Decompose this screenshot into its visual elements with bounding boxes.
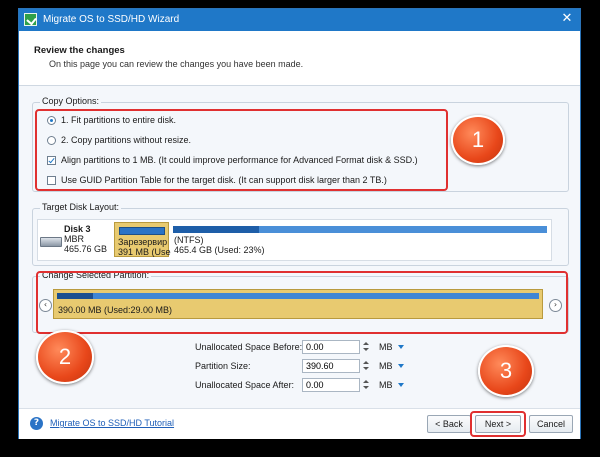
target-disk-label: Target Disk Layout: bbox=[40, 202, 122, 212]
disk-type: MBR bbox=[64, 234, 84, 244]
partition-ntfs-used-bar bbox=[173, 226, 259, 233]
help-icon[interactable]: ? bbox=[30, 417, 43, 430]
unallocated-before-spinner[interactable] bbox=[362, 340, 369, 354]
disk-size: 465.76 GB bbox=[64, 244, 108, 254]
window-title: Migrate OS to SSD/HD Wizard bbox=[43, 14, 180, 25]
partition-ntfs-info: 465.4 GB (Used: 23%) bbox=[174, 245, 265, 255]
tutorial-link[interactable]: Migrate OS to SSD/HD Tutorial bbox=[50, 418, 174, 428]
unallocated-after-label: Unallocated Space After: bbox=[195, 380, 295, 390]
partition-reserved-info: 391 MB (Used: bbox=[118, 247, 179, 257]
unallocated-before-label: Unallocated Space Before: bbox=[195, 342, 303, 352]
partition-size-spinner[interactable] bbox=[362, 359, 369, 373]
copy-options-label: Copy Options: bbox=[40, 96, 102, 106]
cancel-button[interactable]: Cancel bbox=[529, 415, 573, 433]
title-bar[interactable]: Migrate OS to SSD/HD Wizard ✕ bbox=[19, 9, 580, 31]
partition-reserved-name: Зарезервир bbox=[118, 237, 168, 247]
unit-dropdown-icon[interactable] bbox=[398, 345, 404, 349]
unallocated-before-unit[interactable]: MB bbox=[379, 342, 393, 352]
partition-ntfs-name: (NTFS) bbox=[174, 235, 204, 245]
highlight-box-3 bbox=[470, 411, 526, 437]
back-button[interactable]: < Back bbox=[427, 415, 471, 433]
close-icon[interactable]: ✕ bbox=[560, 12, 574, 26]
partition-reserved-usage-bar bbox=[119, 227, 165, 235]
disk-row[interactable]: Disk 3 MBR 465.76 GB Зарезервир 391 MB (… bbox=[37, 219, 552, 261]
disk-name: Disk 3 bbox=[64, 224, 91, 234]
page-subtitle: On this page you can review the changes … bbox=[49, 59, 304, 69]
app-icon bbox=[24, 13, 37, 26]
unallocated-after-input[interactable] bbox=[302, 378, 360, 392]
partition-ntfs[interactable]: (NTFS) 465.4 GB (Used: 23%) bbox=[171, 222, 549, 257]
unit-dropdown-icon[interactable] bbox=[398, 364, 404, 368]
highlight-box-2 bbox=[36, 271, 568, 334]
page-title: Review the changes bbox=[34, 45, 125, 56]
annotation-badge-1: 1 bbox=[451, 115, 505, 165]
partition-reserved[interactable]: Зарезервир 391 MB (Used: bbox=[114, 222, 178, 257]
unallocated-after-spinner[interactable] bbox=[362, 378, 369, 392]
target-disk-group: Target Disk Layout: Disk 3 MBR 465.76 GB… bbox=[32, 202, 569, 266]
annotation-badge-2: 2 bbox=[36, 330, 94, 384]
hard-disk-icon bbox=[40, 237, 62, 247]
partition-size-unit[interactable]: MB bbox=[379, 361, 393, 371]
unallocated-after-unit[interactable]: MB bbox=[379, 380, 393, 390]
highlight-box-1 bbox=[35, 109, 448, 191]
partition-size-label: Partition Size: bbox=[195, 361, 251, 371]
wizard-header: Review the changes On this page you can … bbox=[19, 31, 580, 86]
wizard-footer: ? Migrate OS to SSD/HD Tutorial < Back N… bbox=[19, 408, 580, 439]
annotation-badge-3: 3 bbox=[478, 345, 534, 397]
unit-dropdown-icon[interactable] bbox=[398, 383, 404, 387]
partition-size-input[interactable] bbox=[302, 359, 360, 373]
unallocated-before-input[interactable] bbox=[302, 340, 360, 354]
